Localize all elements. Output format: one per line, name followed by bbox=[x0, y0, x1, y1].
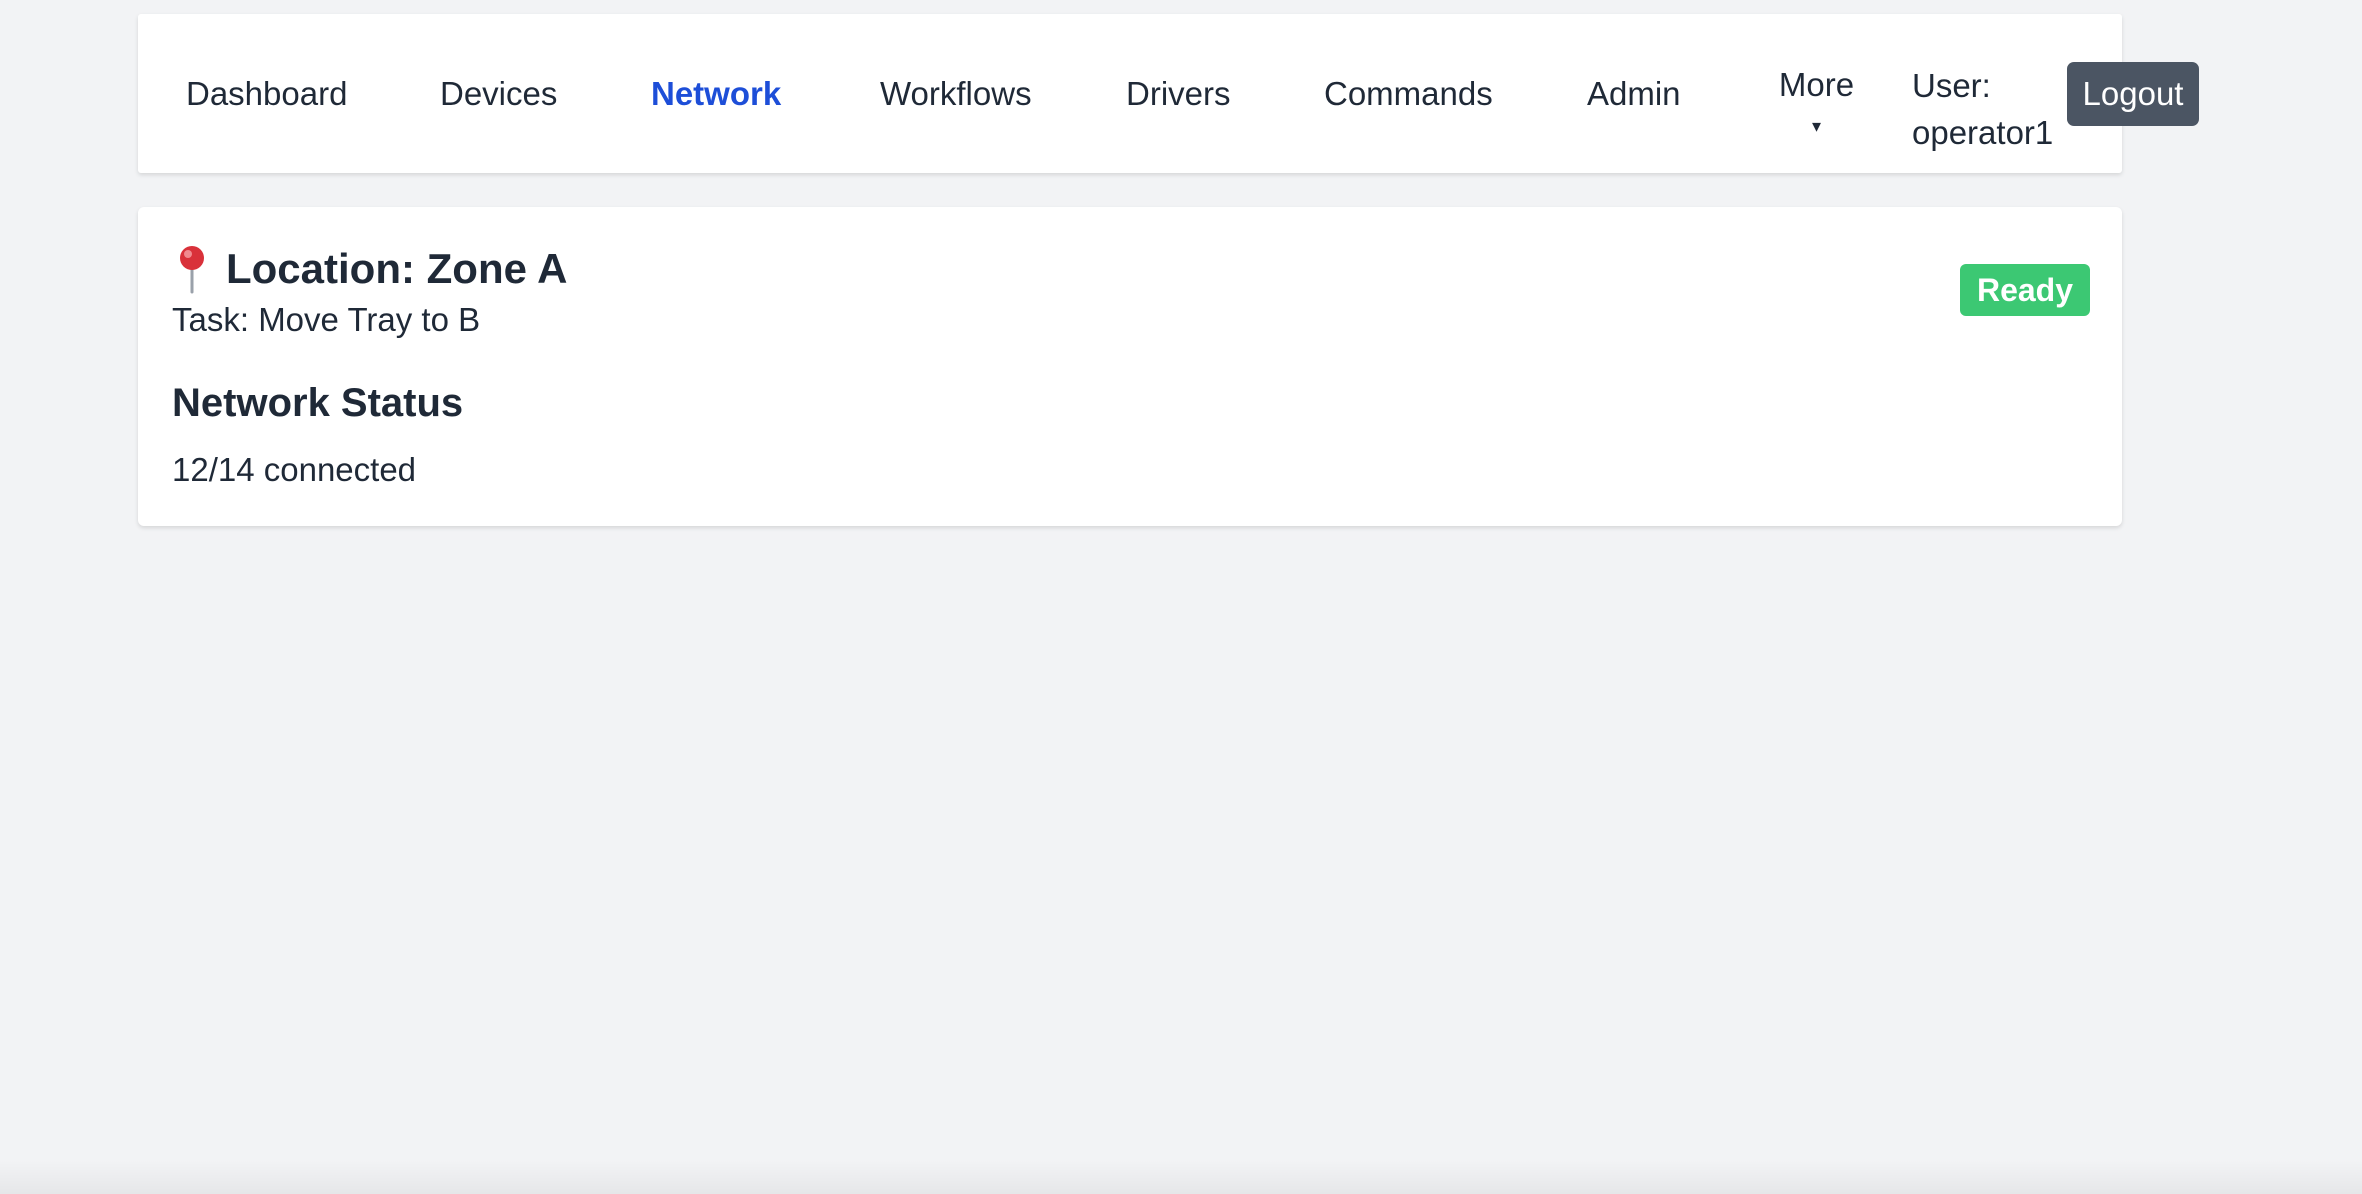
nav-network[interactable]: Network bbox=[651, 14, 781, 173]
location-card: Location: Zone A Task: Move Tray to B Ne… bbox=[138, 207, 2122, 526]
nav-admin[interactable]: Admin bbox=[1587, 14, 1681, 173]
task-label: Task: Move Tray to B bbox=[172, 301, 481, 338]
user-prefix: User: bbox=[1912, 67, 1991, 104]
network-status-heading: Network Status bbox=[172, 381, 464, 425]
pushpin-icon bbox=[172, 244, 212, 294]
top-navbar: Dashboard Devices Network Workflows Driv… bbox=[138, 14, 2122, 173]
nav-commands[interactable]: Commands bbox=[1324, 14, 1493, 173]
location-title: Location: Zone A bbox=[226, 245, 568, 292]
nav-devices[interactable]: Devices bbox=[440, 14, 557, 173]
nav-workflows[interactable]: Workflows bbox=[880, 14, 1032, 173]
caret-down-icon: ▾ bbox=[1811, 116, 1822, 136]
logout-button[interactable]: Logout bbox=[2067, 62, 2199, 126]
nav-more-dropdown[interactable]: More ▾ bbox=[1774, 62, 1859, 138]
user-info: User: operator1 bbox=[1912, 62, 2053, 156]
username: operator1 bbox=[1912, 114, 2054, 151]
nav-drivers[interactable]: Drivers bbox=[1126, 14, 1231, 173]
location-heading: Location: Zone A bbox=[172, 239, 567, 299]
nav-dashboard[interactable]: Dashboard bbox=[186, 14, 347, 173]
network-connection-count: 12/14 connected bbox=[172, 451, 417, 488]
bottom-edge-shadow bbox=[0, 1160, 2362, 1194]
status-badge: Ready bbox=[1960, 264, 2090, 316]
nav-more-label: More bbox=[1778, 66, 1855, 103]
